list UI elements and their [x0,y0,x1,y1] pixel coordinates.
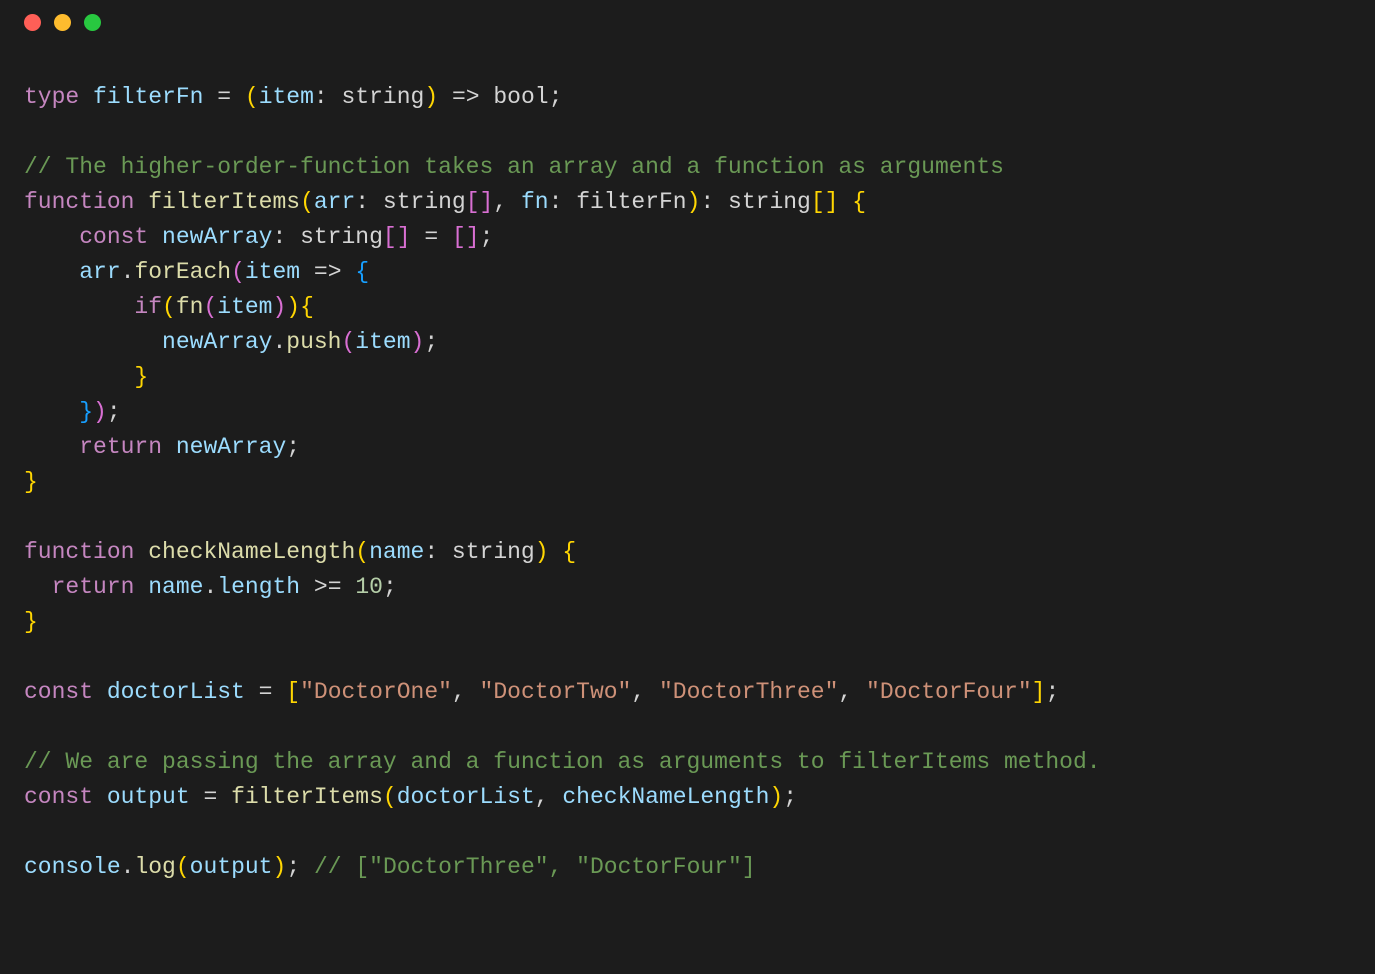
code-line: const doctorList = ["DoctorOne", "Doctor… [24,679,1059,705]
code-line: if(fn(item)){ [24,294,314,320]
code-line: function checkNameLength(name: string) { [24,539,576,565]
window-titlebar [0,0,1375,44]
code-line: arr.forEach(item => { [24,259,369,285]
code-line: }); [24,399,121,425]
code-line: } [24,364,148,390]
code-line: type filterFn = (item: string) => bool; [24,84,562,110]
code-line: // The higher-order-function takes an ar… [24,154,1004,180]
code-line: newArray.push(item); [24,329,438,355]
zoom-icon[interactable] [84,14,101,31]
code-line: const newArray: string[] = []; [24,224,493,250]
code-line: return newArray; [24,434,300,460]
code-line: // We are passing the array and a functi… [24,749,1101,775]
code-line: const output = filterItems(doctorList, c… [24,784,797,810]
code-line: } [24,609,38,635]
code-line: console.log(output); // ["DoctorThree", … [24,854,756,880]
code-editor[interactable]: type filterFn = (item: string) => bool; … [0,44,1375,885]
close-icon[interactable] [24,14,41,31]
minimize-icon[interactable] [54,14,71,31]
code-line: } [24,469,38,495]
code-line: function filterItems(arr: string[], fn: … [24,189,866,215]
code-line: return name.length >= 10; [24,574,397,600]
